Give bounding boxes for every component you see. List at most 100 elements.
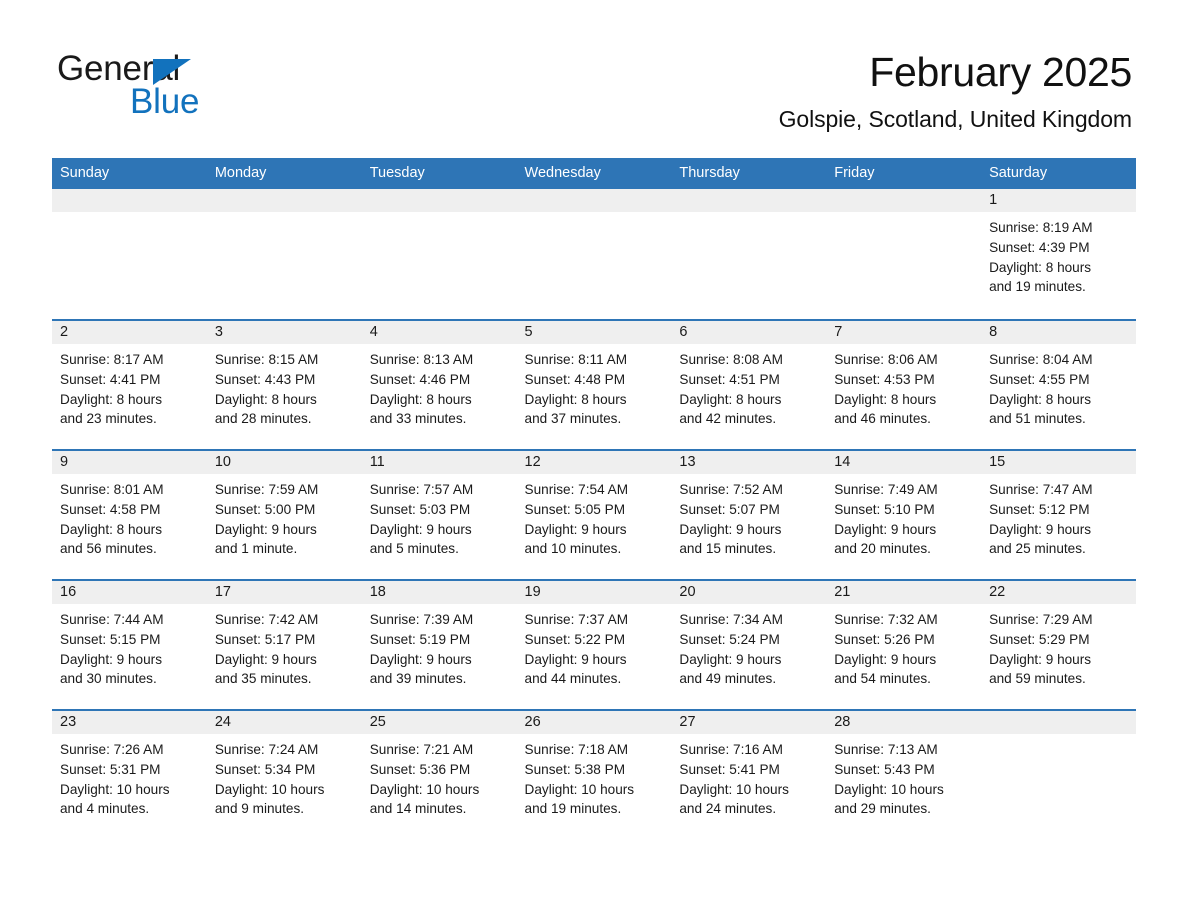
daylight-text: Daylight: 9 hours: [679, 521, 782, 537]
sunset-text: Sunset: 4:46 PM: [369, 371, 471, 387]
generalblue-logo[interactable]: General Blue: [57, 50, 317, 121]
sunrise-text: Sunrise: 7:49 AM: [834, 482, 938, 497]
sunrise-text: Sunrise: 7:24 AM: [214, 742, 319, 757]
daylight-text: Daylight: 9 hours: [524, 521, 627, 537]
calendar-day-cell[interactable]: 3 Sunrise: 8:15 AM Sunset: 4:43 PM Daylight…: [206, 320, 362, 450]
daylight-text: Daylight: 8 hours: [679, 391, 782, 407]
day-details: Sunrise: 7:39 AM Sunset: 5:19 PM Daylight:…: [362, 604, 517, 689]
calendar-day-cell[interactable]: 21 Sunrise: 7:32 AM Sunset: 5:26 PM Dayligh…: [826, 580, 982, 710]
day-details: Sunrise: 7:21 AM Sunset: 5:36 PM Daylight:…: [362, 734, 517, 819]
daylight-text-cont: and 39 minutes.: [369, 671, 467, 687]
calendar-day-cell[interactable]: 22 Sunrise: 7:29 AM Sunset: 5:29 PM Dayligh…: [981, 580, 1136, 710]
calendar-day-cell[interactable]: 9 Sunrise: 8:01 AM Sunset: 4:58 PM Daylight…: [52, 450, 207, 580]
calendar-day-cell[interactable]: 11 Sunrise: 7:57 AM Sunset: 5:03 PM Dayligh…: [361, 450, 517, 580]
calendar-day-cell[interactable]: 23 Sunrise: 7:26 AM Sunset: 5:31 PM Dayligh…: [52, 710, 207, 839]
daylight-text-cont: and 54 minutes.: [834, 671, 931, 687]
sunset-text: Sunset: 5:17 PM: [214, 631, 316, 647]
calendar-day-cell[interactable]: 10 Sunrise: 7:59 AM Sunset: 5:00 PM Dayligh…: [206, 450, 362, 580]
daylight-text-cont: and 56 minutes.: [60, 541, 157, 557]
calendar-day-cell[interactable]: 6 Sunrise: 8:08 AM Sunset: 4:51 PM Daylight…: [671, 320, 827, 450]
day-details: Sunrise: 7:29 AM Sunset: 5:29 PM Daylight:…: [981, 604, 1136, 689]
sunset-text: Sunset: 4:43 PM: [214, 371, 316, 387]
daylight-text-cont: and 9 minutes.: [214, 801, 305, 817]
sunset-text: Sunset: 4:55 PM: [989, 371, 1090, 387]
day-details: Sunrise: 7:32 AM Sunset: 5:26 PM Daylight:…: [826, 604, 981, 689]
sunset-text: Sunset: 5:03 PM: [369, 501, 471, 517]
sunset-text: Sunset: 5:00 PM: [214, 501, 316, 517]
daylight-text-cont: and 23 minutes.: [60, 411, 157, 427]
calendar-day-cell[interactable]: 28 Sunrise: 7:13 AM Sunset: 5:43 PM Dayligh…: [826, 710, 982, 839]
calendar-day-cell[interactable]: 12 Sunrise: 7:54 AM Sunset: 5:05 PM Dayligh…: [516, 450, 672, 580]
sunset-text: Sunset: 4:58 PM: [60, 501, 161, 517]
calendar-day-cell[interactable]: 25 Sunrise: 7:21 AM Sunset: 5:36 PM Dayligh…: [361, 710, 517, 839]
calendar-week-row: 16 Sunrise: 7:44 AM Sunset: 5:15 PM Dayligh…: [52, 580, 1136, 710]
day-number: 8: [981, 321, 1136, 344]
daylight-text: Daylight: 9 hours: [679, 651, 782, 667]
daylight-text-cont: and 14 minutes.: [369, 801, 467, 817]
day-number: 3: [206, 321, 362, 344]
sunset-text: Sunset: 5:19 PM: [369, 631, 471, 647]
day-details: Sunrise: 7:16 AM Sunset: 5:41 PM Daylight:…: [671, 734, 826, 819]
sunrise-text: Sunrise: 7:34 AM: [679, 612, 783, 627]
calendar-day-cell[interactable]: 16 Sunrise: 7:44 AM Sunset: 5:15 PM Dayligh…: [52, 580, 207, 710]
day-number: [52, 189, 207, 212]
calendar-day-cell[interactable]: 4 Sunrise: 8:13 AM Sunset: 4:46 PM Daylight…: [361, 320, 517, 450]
day-details: Sunrise: 7:37 AM Sunset: 5:22 PM Daylight:…: [517, 604, 672, 689]
daylight-text-cont: and 1 minute.: [214, 541, 298, 557]
sunset-text: Sunset: 5:15 PM: [60, 631, 161, 647]
day-number: 20: [671, 581, 827, 604]
sunrise-text: Sunrise: 7:29 AM: [989, 612, 1093, 627]
calendar-day-cell[interactable]: 17 Sunrise: 7:42 AM Sunset: 5:17 PM Dayligh…: [206, 580, 362, 710]
sunset-text: Sunset: 4:51 PM: [679, 371, 780, 387]
calendar-day-cell[interactable]: 5 Sunrise: 8:11 AM Sunset: 4:48 PM Daylight…: [516, 320, 672, 450]
day-details: Sunrise: 8:17 AM Sunset: 4:41 PM Daylight:…: [52, 344, 207, 429]
daylight-text-cont: and 42 minutes.: [679, 411, 777, 427]
day-number: [981, 711, 1136, 734]
calendar-day-cell[interactable]: 15 Sunrise: 7:47 AM Sunset: 5:12 PM Dayligh…: [981, 450, 1136, 580]
sunrise-text: Sunrise: 7:52 AM: [679, 482, 783, 497]
sunrise-text: Sunrise: 8:04 AM: [989, 352, 1093, 367]
daylight-text-cont: and 5 minutes.: [369, 541, 459, 557]
sunrise-text: Sunrise: 7:26 AM: [60, 742, 164, 757]
calendar-day-cell[interactable]: 7 Sunrise: 8:06 AM Sunset: 4:53 PM Daylight…: [826, 320, 982, 450]
sunset-text: Sunset: 5:29 PM: [989, 631, 1090, 647]
title-block: February 2025 Golspie, Scotland, United …: [779, 48, 1133, 134]
calendar-day-cell[interactable]: 24 Sunrise: 7:24 AM Sunset: 5:34 PM Dayligh…: [206, 710, 362, 839]
day-details: Sunrise: 7:13 AM Sunset: 5:43 PM Daylight:…: [826, 734, 981, 819]
day-number: 4: [361, 321, 517, 344]
sunrise-text: Sunrise: 7:54 AM: [524, 482, 629, 497]
daylight-text: Daylight: 8 hours: [214, 391, 317, 407]
day-number: 13: [671, 451, 827, 474]
day-details: Sunrise: 7:34 AM Sunset: 5:24 PM Daylight:…: [671, 604, 826, 689]
calendar-day-cell[interactable]: 14 Sunrise: 7:49 AM Sunset: 5:10 PM Dayligh…: [826, 450, 982, 580]
sunrise-text: Sunrise: 8:17 AM: [60, 352, 164, 367]
day-details: Sunrise: 7:47 AM Sunset: 5:12 PM Daylight:…: [981, 474, 1136, 559]
day-details: Sunrise: 7:42 AM Sunset: 5:17 PM Daylight:…: [207, 604, 362, 689]
daylight-text-cont: and 4 minutes.: [60, 801, 150, 817]
day-details: Sunrise: 8:13 AM Sunset: 4:46 PM Daylight:…: [362, 344, 517, 429]
calendar-day-cell[interactable]: 8 Sunrise: 8:04 AM Sunset: 4:55 PM Daylight…: [981, 320, 1136, 450]
calendar-day-cell[interactable]: 13 Sunrise: 7:52 AM Sunset: 5:07 PM Dayligh…: [671, 450, 827, 580]
sunset-text: Sunset: 4:53 PM: [834, 371, 935, 387]
calendar-day-cell[interactable]: 27 Sunrise: 7:16 AM Sunset: 5:41 PM Dayligh…: [671, 710, 827, 839]
day-number: 21: [826, 581, 982, 604]
day-number: 19: [516, 581, 672, 604]
weekday-header-tuesday: Tuesday: [361, 158, 517, 189]
day-number: 26: [516, 711, 672, 734]
daylight-text-cont: and 28 minutes.: [214, 411, 312, 427]
day-number: 27: [671, 711, 827, 734]
day-details: Sunrise: 8:01 AM Sunset: 4:58 PM Daylight:…: [52, 474, 207, 559]
day-number: [206, 189, 362, 212]
calendar-day-cell[interactable]: 19 Sunrise: 7:37 AM Sunset: 5:22 PM Dayligh…: [516, 580, 672, 710]
sunset-text: Sunset: 4:39 PM: [989, 239, 1090, 255]
calendar-day-cell[interactable]: 1 Sunrise: 8:19 AM Sunset: 4:39 PM Daylight…: [981, 189, 1136, 320]
calendar-day-cell[interactable]: 2 Sunrise: 8:17 AM Sunset: 4:41 PM Daylight…: [52, 320, 207, 450]
calendar-day-cell[interactable]: 26 Sunrise: 7:18 AM Sunset: 5:38 PM Dayligh…: [516, 710, 672, 839]
daylight-text: Daylight: 10 hours: [679, 781, 789, 797]
calendar-day-cell[interactable]: 18 Sunrise: 7:39 AM Sunset: 5:19 PM Dayligh…: [361, 580, 517, 710]
calendar-day-cell[interactable]: 20 Sunrise: 7:34 AM Sunset: 5:24 PM Dayligh…: [671, 580, 827, 710]
sunrise-text: Sunrise: 7:16 AM: [679, 742, 783, 757]
day-number: 7: [826, 321, 982, 344]
sunrise-text: Sunrise: 8:11 AM: [524, 352, 628, 367]
daylight-text: Daylight: 8 hours: [989, 391, 1092, 407]
